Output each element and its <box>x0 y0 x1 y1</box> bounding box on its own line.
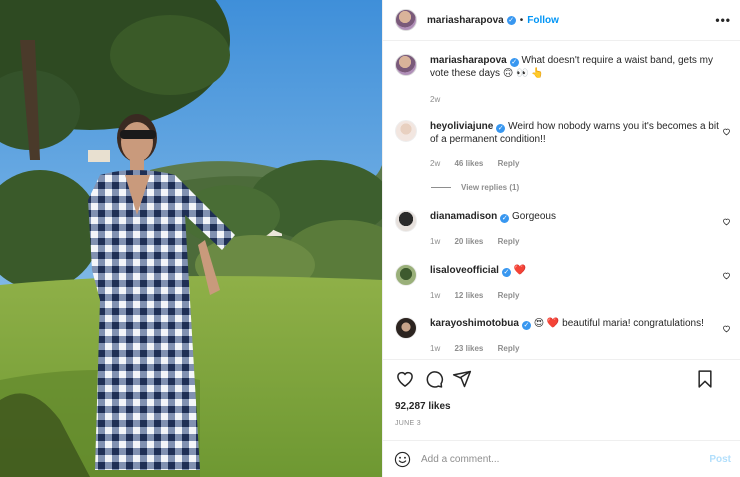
bookmark-icon[interactable] <box>695 369 715 389</box>
caption-time: 2w <box>430 95 441 104</box>
post-actions <box>393 369 731 393</box>
comment-likes[interactable]: 12 likes <box>454 291 483 300</box>
reply-button[interactable]: Reply <box>498 291 520 300</box>
commenter-username[interactable]: lisaloveofficial <box>430 265 499 276</box>
verified-badge-icon: ✓ <box>496 124 506 133</box>
comment-text: Gorgeous <box>512 211 556 222</box>
commenter-username[interactable]: karayoshimotobua <box>430 318 519 329</box>
comment-body: karayoshimotobua ✓ 😍 ❤️ beautiful maria! … <box>430 317 720 330</box>
verified-badge-icon: ✓ <box>500 214 510 223</box>
comment-likes[interactable]: 46 likes <box>454 159 483 168</box>
verified-badge-icon: ✓ <box>506 15 516 25</box>
commenter-username[interactable]: dianamadison <box>430 211 497 222</box>
likes-count[interactable]: 92,287 likes <box>395 401 451 412</box>
comment-time: 1w <box>430 344 441 353</box>
comment-meta: 1w 23 likes Reply <box>430 344 531 353</box>
view-replies-label: View replies (1) <box>461 183 520 192</box>
comment-body: heyoliviajune ✓ Weird how nobody warns yo… <box>430 120 720 146</box>
commenter-username[interactable]: heyoliviajune <box>430 121 493 132</box>
share-icon[interactable] <box>452 369 472 389</box>
instagram-post: mariasharapova ✓ • Follow ••• mariashara… <box>0 0 740 477</box>
post-date[interactable]: JUNE 3 <box>395 420 421 427</box>
comment-time: 2w <box>430 159 441 168</box>
author-username[interactable]: mariasharapova <box>427 15 504 26</box>
comment-body: dianamadison ✓ Gorgeous <box>430 210 720 223</box>
caption-username[interactable]: mariasharapova <box>430 55 507 66</box>
commenter-avatar[interactable] <box>395 264 417 286</box>
comment-meta: 1w 12 likes Reply <box>430 291 531 300</box>
verified-badge-icon: ✓ <box>521 321 531 330</box>
comment-likes[interactable]: 20 likes <box>454 237 483 246</box>
comment-time: 1w <box>430 237 441 246</box>
comment-time: 1w <box>430 291 441 300</box>
comment-icon[interactable] <box>424 369 444 389</box>
like-comment-heart-icon[interactable] <box>722 271 731 280</box>
comment-text: 😍 ❤️ beautiful maria! congratulations! <box>533 318 704 329</box>
caption-body: mariasharapova ✓ What doesn't require a w… <box>430 54 720 80</box>
like-comment-heart-icon[interactable] <box>722 324 731 333</box>
follow-button[interactable]: Follow <box>527 15 559 26</box>
commenter-avatar[interactable] <box>395 120 417 142</box>
post-side-panel: mariasharapova ✓ • Follow ••• mariashara… <box>382 0 740 477</box>
heart-icon[interactable] <box>395 369 415 389</box>
header-separator: • <box>519 14 524 26</box>
comments-list: mariasharapova ✓ What doesn't require a w… <box>383 42 740 360</box>
post-header: mariasharapova ✓ • Follow ••• <box>383 0 740 41</box>
comment-meta: 2w 46 likes Reply <box>430 159 531 168</box>
post-comment-button[interactable]: Post <box>709 454 731 465</box>
commenter-avatar[interactable] <box>395 210 417 232</box>
verified-badge-icon: ✓ <box>501 268 511 277</box>
more-options-icon[interactable]: ••• <box>715 13 731 27</box>
comment-body: lisaloveofficial ✓ ❤️ <box>430 264 720 277</box>
view-replies-button[interactable]: View replies (1) <box>431 183 519 192</box>
caption-meta: 2w <box>430 95 452 104</box>
reply-button[interactable]: Reply <box>498 344 520 353</box>
view-replies-line <box>431 187 451 188</box>
add-comment-bar: Post <box>383 440 740 477</box>
like-comment-heart-icon[interactable] <box>722 217 731 226</box>
post-photo[interactable] <box>0 0 382 477</box>
comment-likes[interactable]: 23 likes <box>454 344 483 353</box>
caption-avatar[interactable] <box>395 54 417 76</box>
photo-woman-in-gingham-dress <box>0 0 382 477</box>
reply-button[interactable]: Reply <box>498 237 520 246</box>
comment-text: ❤️ <box>513 265 527 276</box>
commenter-avatar[interactable] <box>395 317 417 339</box>
comment-meta: 1w 20 likes Reply <box>430 237 531 246</box>
add-comment-input[interactable] <box>421 450 691 468</box>
author-avatar[interactable] <box>395 9 417 31</box>
emoji-icon[interactable] <box>394 451 411 468</box>
like-comment-heart-icon[interactable] <box>722 127 731 136</box>
reply-button[interactable]: Reply <box>498 159 520 168</box>
verified-badge-icon: ✓ <box>509 58 519 67</box>
